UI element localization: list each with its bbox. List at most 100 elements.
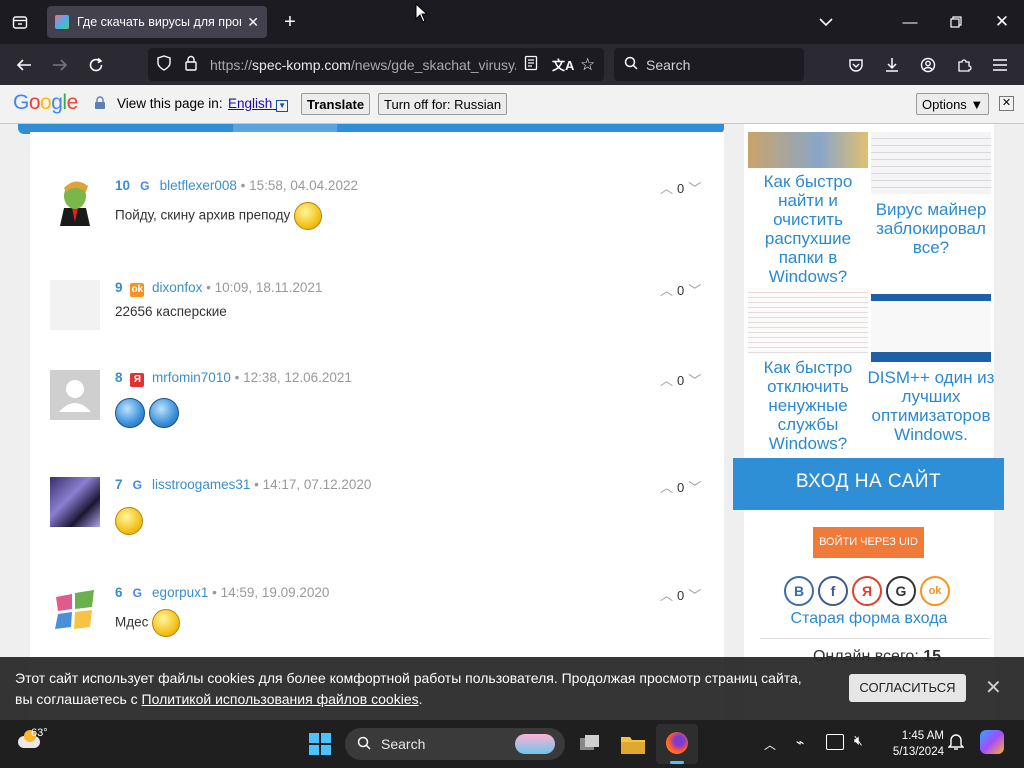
lock-icon[interactable] xyxy=(184,55,198,74)
avatar[interactable] xyxy=(50,280,100,330)
comment-number[interactable]: 9 xyxy=(115,280,123,295)
comment-number[interactable]: 10 xyxy=(115,178,130,193)
facebook-icon[interactable]: f xyxy=(818,576,848,606)
notification-bell-icon[interactable] xyxy=(947,733,965,756)
odnoklassniki-icon[interactable]: ok xyxy=(920,576,950,606)
avatar[interactable] xyxy=(50,178,100,228)
close-window-icon[interactable]: ✕ xyxy=(988,0,1016,44)
yandex-icon[interactable]: Я xyxy=(852,576,882,606)
extensions-icon[interactable] xyxy=(946,44,982,85)
vote-count: 0 xyxy=(677,588,685,603)
close-icon[interactable]: ✕ xyxy=(999,96,1014,111)
vote-up-icon[interactable]: ︿ xyxy=(660,181,673,196)
sidebar-link[interactable]: Как быстро найти и очистить распухшие па… xyxy=(748,172,868,286)
clock-time: 1:45 AM xyxy=(901,730,944,742)
vote-up-icon[interactable]: ︿ xyxy=(660,480,673,495)
comment-author[interactable]: lisstroogames31 xyxy=(152,477,250,492)
vote-up-icon[interactable]: ︿ xyxy=(660,373,673,388)
copilot-icon[interactable] xyxy=(980,730,1004,754)
laughing-smiley-icon xyxy=(294,202,323,230)
minimize-icon[interactable]: — xyxy=(896,0,924,44)
smiley-icon xyxy=(152,609,181,637)
weather-widget[interactable]: 63° xyxy=(18,727,58,760)
tab-active[interactable]: Где скачать вирусы для прове ✕ xyxy=(47,6,267,38)
vote-count: 0 xyxy=(677,181,685,196)
search-placeholder: Search xyxy=(646,56,691,73)
comment-author[interactable]: egorpux1 xyxy=(152,585,208,600)
chevron-up-icon[interactable]: ︿ xyxy=(764,736,776,753)
vote-down-icon[interactable]: ﹀ xyxy=(688,283,701,298)
comment-text: 22656 касперские xyxy=(115,304,227,319)
mouse-cursor-icon xyxy=(414,2,428,24)
reload-icon[interactable] xyxy=(78,44,114,85)
sidebar-link[interactable]: DISM++ один из лучших оптимизаторов Wind… xyxy=(866,368,996,444)
forward-icon[interactable] xyxy=(42,44,78,85)
restore-icon[interactable] xyxy=(942,0,970,44)
comment-number[interactable]: 7 xyxy=(115,477,123,492)
display-icon[interactable] xyxy=(826,734,844,750)
yandex-icon: Я xyxy=(130,373,145,387)
firefox-icon xyxy=(666,732,688,754)
windows-start-icon[interactable] xyxy=(309,733,331,755)
cookie-text: Этот сайт использует файлы cookies для б… xyxy=(15,670,802,707)
vote-count: 0 xyxy=(677,283,685,298)
comment-header: 6 G egorpux1 • 14:59, 19.09.2020 xyxy=(115,585,329,600)
article-thumbnail[interactable] xyxy=(871,132,991,194)
url-text[interactable]: https://spec-komp.com/news/gde_skachat_v… xyxy=(210,57,516,73)
vote-down-icon[interactable]: ﹀ xyxy=(688,373,701,388)
article-thumbnail[interactable] xyxy=(748,132,868,168)
article-thumbnail[interactable] xyxy=(748,288,868,354)
translate-icon[interactable]: 文A xyxy=(552,55,574,74)
vote-down-icon[interactable]: ﹀ xyxy=(688,588,701,603)
new-tab-icon[interactable]: + xyxy=(278,0,302,44)
translate-button[interactable]: Translate xyxy=(301,93,371,115)
turn-off-button[interactable]: Turn off for: Russian xyxy=(378,93,508,115)
chevron-down-icon[interactable] xyxy=(812,0,840,44)
google-icon[interactable]: G xyxy=(886,576,916,606)
vote-up-icon[interactable]: ︿ xyxy=(660,283,673,298)
back-icon[interactable] xyxy=(6,44,42,85)
clock[interactable]: 1:45 AM 5/13/2024 xyxy=(884,728,944,760)
avatar[interactable] xyxy=(50,370,100,420)
tab-list-icon[interactable] xyxy=(6,0,34,44)
language-select[interactable]: English ▼ xyxy=(228,96,289,112)
pocket-icon[interactable] xyxy=(838,44,874,85)
comment-number[interactable]: 6 xyxy=(115,585,123,600)
options-button[interactable]: Options ▼ xyxy=(916,93,990,115)
account-icon[interactable] xyxy=(910,44,946,85)
vote-controls: ︿ 0 ﹀ xyxy=(660,280,701,299)
network-icon[interactable]: ⌁ xyxy=(796,734,804,751)
reader-view-icon[interactable] xyxy=(524,55,538,74)
task-view-icon[interactable] xyxy=(578,732,602,756)
firefox-taskbar-icon[interactable] xyxy=(656,724,698,764)
sidebar-link[interactable]: Вирус майнер заблокировал все? xyxy=(870,200,992,257)
shield-icon[interactable] xyxy=(156,55,172,74)
close-tab-icon[interactable]: ✕ xyxy=(247,14,259,31)
comment-author[interactable]: mrfomin7010 xyxy=(152,370,231,385)
avatar[interactable] xyxy=(50,585,100,635)
windows-taskbar: 63° Search ︿ ⌁ 🔇︎ 1:45 AM 5/13/2024 xyxy=(0,720,1024,768)
vote-down-icon[interactable]: ﹀ xyxy=(688,181,701,196)
close-icon[interactable]: ✕ xyxy=(985,675,1002,700)
old-login-link[interactable]: Старая форма входа xyxy=(744,610,994,628)
taskbar-search[interactable]: Search xyxy=(345,728,565,760)
bookmark-star-icon[interactable]: ☆ xyxy=(580,55,595,75)
accept-cookies-button[interactable]: СОГЛАСИТЬСЯ xyxy=(849,674,966,702)
uid-login-button[interactable]: ВОЙТИ ЧЕРЕЗ UID xyxy=(813,527,924,558)
file-explorer-icon[interactable] xyxy=(620,732,646,756)
comment-author[interactable]: bletflexer008 xyxy=(160,178,237,193)
vk-icon[interactable]: B xyxy=(784,576,814,606)
menu-hamburger-icon[interactable] xyxy=(982,44,1018,85)
cookie-policy-link[interactable]: Политикой использования файлов cookies xyxy=(142,691,419,707)
search-input[interactable]: Search xyxy=(614,48,804,81)
comment-author[interactable]: dixonfox xyxy=(152,280,202,295)
comment-number[interactable]: 8 xyxy=(115,370,123,385)
volume-icon[interactable]: 🔇︎ xyxy=(854,732,863,749)
vote-down-icon[interactable]: ﹀ xyxy=(688,480,701,495)
vote-up-icon[interactable]: ︿ xyxy=(660,588,673,603)
avatar[interactable] xyxy=(50,477,100,527)
sidebar-link[interactable]: Как быстро отключить ненужные службы Win… xyxy=(748,358,868,453)
download-icon[interactable] xyxy=(874,44,910,85)
address-bar[interactable]: https://spec-komp.com/news/gde_skachat_v… xyxy=(148,48,604,81)
article-thumbnail[interactable] xyxy=(871,294,991,362)
